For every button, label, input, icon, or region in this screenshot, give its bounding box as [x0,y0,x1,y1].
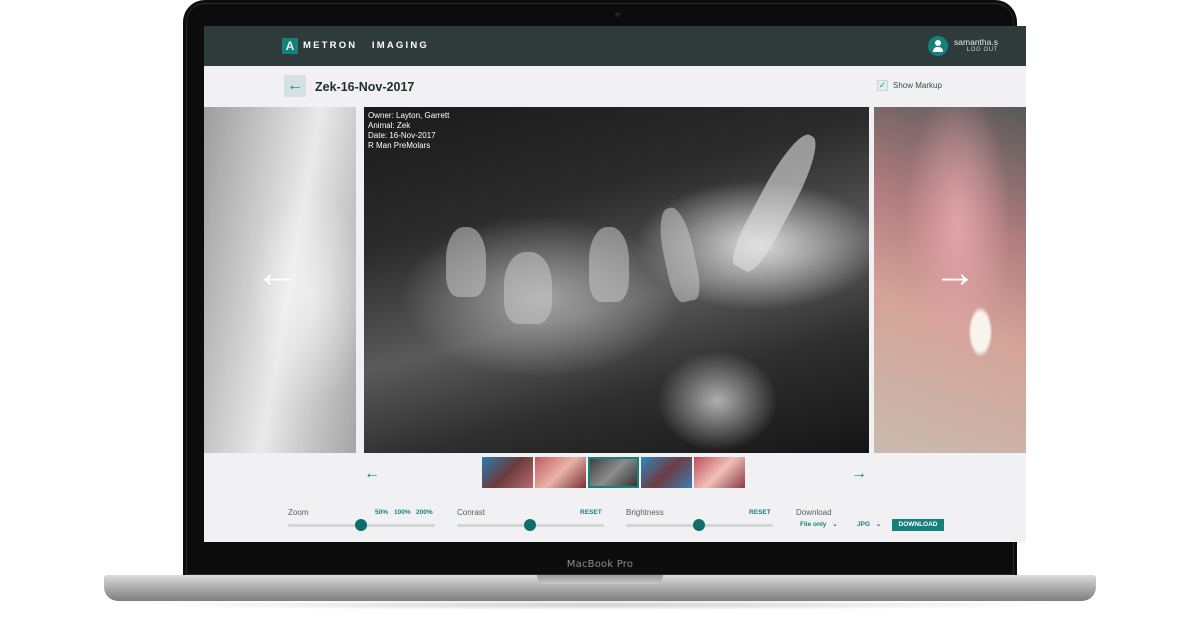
show-markup-checkbox[interactable]: ✓ [877,80,888,91]
contrast-label: Conrast [457,508,486,517]
laptop-notch [537,575,663,584]
thumbnail-2[interactable] [535,457,586,488]
caption-owner: Owner: Layton, Garrett [368,111,450,120]
tooth-shape [654,204,704,305]
next-image-arrow-icon[interactable]: → [932,251,978,295]
zoom-200-button[interactable]: 200% [416,509,433,516]
thumbnail-prev-icon[interactable]: ← [364,465,380,483]
zoom-slider-handle[interactable] [355,519,367,531]
logout-link[interactable]: LOG OUT [967,47,998,53]
avatar-icon[interactable] [928,36,948,56]
image-viewer: Owner: Layton, Garrett Animal: Zek Date:… [204,107,1026,456]
image-caption: Owner: Layton, Garrett Animal: Zek Date:… [368,111,449,151]
back-button[interactable]: ← [284,75,306,97]
contrast-slider-handle[interactable] [524,519,536,531]
tooth-shape [589,227,629,302]
file-type-select[interactable]: File only ⌄ [800,519,838,531]
logo-icon: A [282,38,298,54]
zoom-label: Zoom [288,508,309,517]
main-xray-image[interactable] [364,107,869,453]
logo-word-1: METRON [303,40,358,51]
laptop-base [104,575,1096,601]
app-logo-text: METRON IMAGING [303,40,429,51]
thumbnail-next-icon[interactable]: → [851,465,867,483]
format-value: JPG [857,521,871,528]
caption-animal: Animal: Zek [368,121,411,130]
caption-date: Date: 16-Nov-2017 [368,131,436,140]
app-screen: A METRON IMAGING samantha.s LOG OUT ← Ze… [204,26,1026,542]
chevron-down-icon: ⌄ [832,521,838,528]
tooth-shape [504,252,552,324]
format-select[interactable]: JPG ⌄ [857,519,881,531]
logo-word-2: IMAGING [371,40,429,51]
brightness-label: Brightness [626,508,664,517]
previous-image-arrow-icon[interactable]: ← [254,251,300,295]
contrast-reset-button[interactable]: RESET [580,509,602,516]
file-type-value: File only [800,521,827,528]
app-header: A METRON IMAGING samantha.s LOG OUT [204,26,1026,66]
download-button[interactable]: DOWNLOAD [892,519,944,531]
thumbnail-1[interactable] [482,457,533,488]
zoom-50-button[interactable]: 50% [375,509,388,516]
thumbnail-4[interactable] [641,457,692,488]
download-label: Download [796,508,832,517]
canine-shape [725,127,827,277]
brightness-reset-button[interactable]: RESET [749,509,771,516]
tooth-shape [446,227,486,297]
page-title: Zek-16-Nov-2017 [315,80,415,94]
laptop-shadow [140,600,1060,610]
zoom-100-button[interactable]: 100% [394,509,411,516]
show-markup-label: Show Markup [893,81,942,90]
arrow-left-icon: ← [287,77,303,94]
chevron-down-icon: ⌄ [875,521,882,528]
title-bar: ← Zek-16-Nov-2017 ✓ Show Markup [204,66,1026,107]
camera-icon [615,12,620,17]
thumbnail-3-selected[interactable] [588,457,639,488]
caption-view: R Man PreMolars [368,141,431,150]
user-name: samantha.s [954,37,998,47]
thumbnail-5[interactable] [694,457,745,488]
device-brand-label: MacBook Pro [566,559,634,570]
brightness-slider-handle[interactable] [693,519,705,531]
